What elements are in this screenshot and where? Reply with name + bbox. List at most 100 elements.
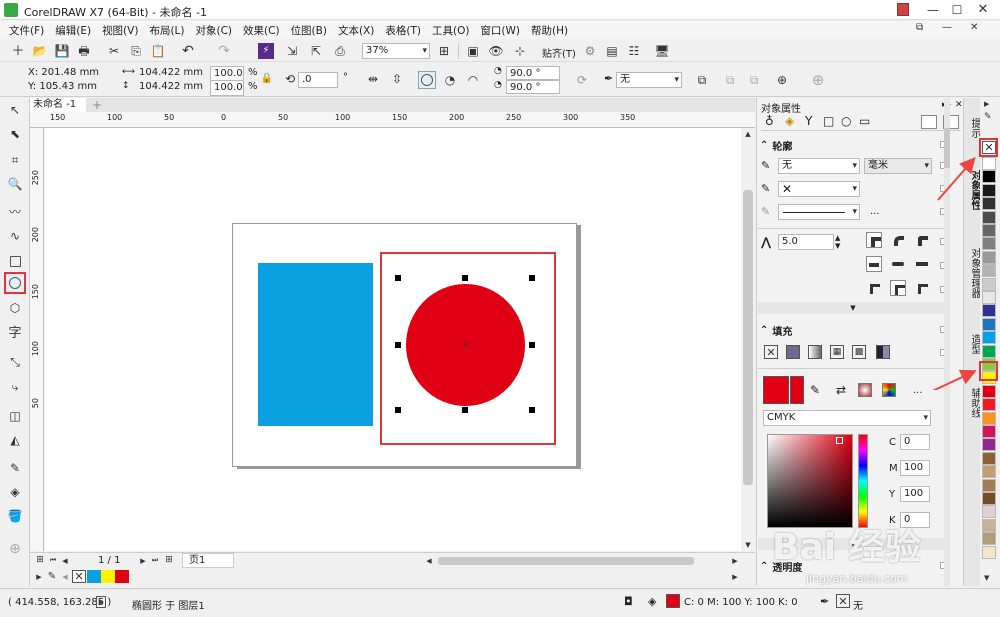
palette-swatch[interactable] — [982, 170, 996, 184]
artistic-media-icon[interactable]: ∿ — [7, 228, 23, 244]
open-icon[interactable]: 📂 — [32, 43, 48, 59]
selection-handle[interactable] — [529, 342, 535, 348]
menu-object[interactable]: 对象(C) — [196, 23, 233, 38]
yellow-field[interactable]: 100 — [900, 486, 930, 502]
rulers-icon[interactable]: 👁 — [488, 43, 504, 59]
palette-swatch[interactable] — [982, 532, 996, 546]
arc-mode-icon[interactable]: ◠ — [465, 72, 481, 88]
connector-tool-icon[interactable]: ⤷ — [7, 379, 23, 395]
crop-tool-icon[interactable]: ⌗ — [7, 152, 23, 168]
wrap-text-icon[interactable]: ⧉ — [722, 72, 738, 88]
palette-swatch[interactable] — [982, 438, 996, 452]
palette-swatch[interactable] — [982, 505, 996, 519]
palette-swatch[interactable] — [982, 183, 996, 197]
selection-handle[interactable] — [462, 275, 468, 281]
palette-swatch[interactable] — [982, 277, 996, 291]
end-angle-field[interactable]: 90.0 ° — [506, 80, 560, 94]
print-icon[interactable]: 🖶 — [76, 43, 92, 59]
scroll-thumb[interactable] — [743, 190, 753, 485]
selection-handle[interactable] — [529, 275, 535, 281]
doc-swatch-red[interactable] — [115, 570, 129, 583]
status-expand-icon[interactable]: ▶ — [96, 596, 106, 608]
cut-icon[interactable]: ✂ — [106, 43, 122, 59]
palette-swatch[interactable] — [982, 264, 996, 278]
selection-handle[interactable] — [529, 407, 535, 413]
shape-tool-icon[interactable]: ⬉ — [7, 126, 23, 142]
minimize-button[interactable]: — — [924, 1, 942, 18]
doc-minimize-icon[interactable]: — — [942, 22, 952, 33]
paragraph-tab-icon[interactable]: □ — [823, 115, 834, 127]
docker-close-icon[interactable]: ✕ — [955, 100, 963, 110]
save-icon[interactable]: 💾 — [54, 43, 70, 59]
menu-window[interactable]: 窗口(W) — [480, 23, 520, 38]
color-model-dropdown[interactable]: CMYK — [763, 410, 931, 426]
search-content-icon[interactable]: ⚡ — [258, 43, 274, 59]
palette-swatch[interactable] — [982, 157, 996, 170]
miter-spinner-icon[interactable]: ▲ ▼ — [835, 234, 840, 250]
prev-page-icon[interactable]: ◀ — [60, 554, 70, 567]
position-outside-icon[interactable] — [866, 280, 882, 296]
fill-color-secondary[interactable] — [790, 376, 804, 404]
add-page-icon[interactable]: ⊞ — [163, 554, 175, 567]
page-options-icon[interactable]: ⊞ — [34, 554, 46, 567]
palette-swatch[interactable] — [982, 492, 996, 505]
hue-slider[interactable] — [858, 434, 868, 528]
outline-width-select[interactable]: 无 — [616, 72, 682, 88]
h-scroll-thumb[interactable] — [438, 557, 694, 565]
doc-restore-icon[interactable]: ⧉ — [916, 22, 923, 33]
export-icon[interactable]: ⇱ — [308, 43, 324, 59]
palette-swatch[interactable] — [982, 451, 996, 465]
menu-help[interactable]: 帮助(H) — [531, 23, 568, 38]
page-tab[interactable]: 页1 — [182, 553, 234, 568]
palette-swatch[interactable] — [982, 250, 996, 264]
mirror-v-icon[interactable]: ⇳ — [390, 72, 404, 86]
publish-pdf-icon[interactable]: ⎙ — [332, 43, 348, 59]
miter-limit-field[interactable]: 5.0 — [778, 234, 834, 250]
drop-shadow-icon[interactable]: ◫ — [7, 408, 23, 424]
no-fill-icon[interactable]: ✕ — [764, 345, 778, 359]
texture-fill-icon[interactable]: ▩ — [852, 345, 866, 359]
direction-icon[interactable]: ⟳ — [574, 72, 590, 88]
fountain-fill-icon[interactable] — [808, 345, 822, 359]
palette-swatch[interactable] — [982, 478, 996, 492]
palette-swatch[interactable] — [982, 425, 996, 438]
selection-handle[interactable] — [462, 407, 468, 413]
outline-more-button[interactable]: ... — [870, 206, 880, 217]
menu-bitmaps[interactable]: 位图(B) — [291, 23, 327, 38]
outline-style-dropdown[interactable] — [778, 204, 860, 220]
rectangle-tool-icon[interactable] — [7, 253, 23, 269]
mirror-h-icon[interactable]: ⇹ — [366, 72, 380, 86]
pie-mode-icon[interactable]: ◔ — [442, 72, 458, 88]
first-page-icon[interactable]: ⏮ — [48, 554, 58, 567]
doc-swatch-yellow[interactable] — [101, 570, 115, 583]
outline-none-swatch[interactable]: ✕ — [836, 594, 850, 608]
position-center-icon[interactable] — [890, 280, 906, 296]
selection-handle[interactable] — [395, 275, 401, 281]
scroll-left-icon[interactable]: ◀ — [424, 554, 434, 567]
palette-swatch[interactable] — [982, 291, 996, 304]
import-icon[interactable]: ⇲ — [284, 43, 300, 59]
launcher-dropdown-icon[interactable]: 🖥 — [654, 43, 670, 59]
palette-swatch[interactable] — [982, 545, 996, 559]
new-tab-icon[interactable]: + — [90, 98, 104, 112]
rotation-field[interactable]: .0 — [298, 72, 338, 88]
align-guides-icon[interactable]: ☷ — [626, 43, 642, 59]
uniform-fill-icon[interactable] — [786, 345, 800, 359]
eyedropper-tool-icon[interactable]: ✎ — [7, 460, 23, 476]
ellipse-tool-icon[interactable] — [4, 272, 26, 294]
palette-eyedropper-icon[interactable]: ✎ — [46, 570, 58, 583]
color-viewer-icon[interactable] — [882, 383, 896, 397]
palette-swatch[interactable] — [982, 210, 996, 224]
char-tab-icon[interactable]: Y — [805, 115, 812, 127]
parallel-dimension-icon[interactable]: ⤡ — [7, 354, 23, 370]
palette-next-icon[interactable]: ▶ — [730, 570, 740, 583]
y-position-field[interactable]: Y: 105.43 mm — [28, 81, 97, 92]
menu-text[interactable]: 文本(X) — [338, 23, 374, 38]
combine-icon[interactable]: ⧉ — [746, 72, 762, 88]
options-icon[interactable]: ⚙ — [582, 43, 598, 59]
add-icon[interactable]: ⊕ — [810, 72, 826, 88]
interactive-fill-icon[interactable]: ◈ — [7, 484, 23, 500]
doc-close-icon[interactable]: ✕ — [970, 22, 978, 33]
freehand-tool-icon[interactable]: 〰 — [7, 204, 23, 220]
pattern-fill-icon[interactable]: ▦ — [830, 345, 844, 359]
